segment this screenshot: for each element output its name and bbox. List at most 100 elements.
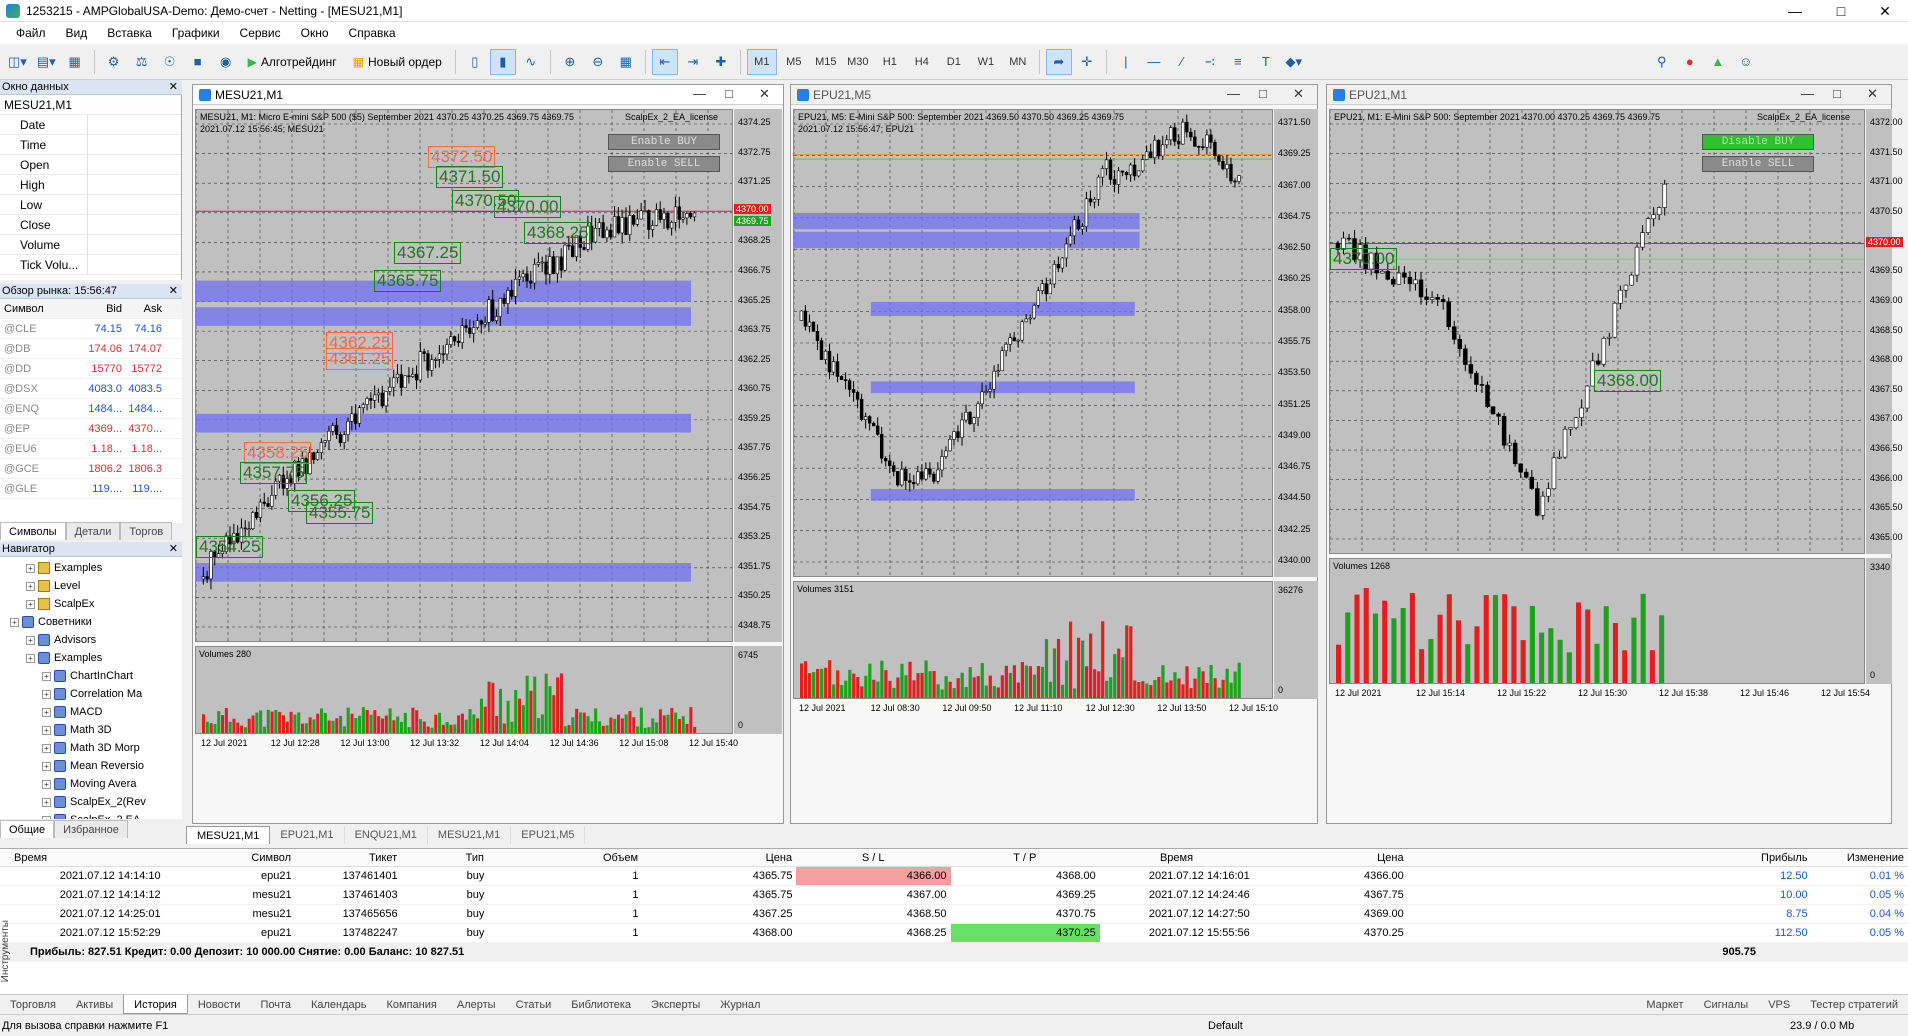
navigator-item[interactable]: + MACD xyxy=(0,703,182,721)
expand-icon[interactable]: + xyxy=(42,779,51,789)
toolbox-tab[interactable]: Статьи xyxy=(506,995,562,1014)
history-column-header[interactable]: T / P xyxy=(950,849,1099,866)
tf-w1[interactable]: W1 xyxy=(971,49,1001,75)
close-icon[interactable]: ✕ xyxy=(759,86,770,102)
history-column-header[interactable]: Тип xyxy=(401,849,488,866)
market-row[interactable]: @GCE 1806.2 1806.3 xyxy=(0,459,182,479)
toolbox-tab[interactable]: Почта xyxy=(250,995,301,1014)
maximize-icon[interactable]: □ xyxy=(1818,0,1864,22)
chart-window-header[interactable]: EPU21,M5— □ ✕ xyxy=(791,85,1317,105)
new-order-button[interactable]: ▦ Новый ордер xyxy=(346,49,449,75)
toolbox-service-link[interactable]: VPS xyxy=(1758,995,1800,1014)
toolbox-tab[interactable]: Библиотека xyxy=(561,995,641,1014)
tf-m5[interactable]: M5 xyxy=(779,49,809,75)
maximize-icon[interactable]: □ xyxy=(1259,86,1267,101)
history-row[interactable]: 2021.07.12 15:52:29 epu21 137482247 buy 1 436… xyxy=(0,924,1908,943)
toolbox-tab[interactable]: Компания xyxy=(377,995,447,1014)
history-row[interactable]: 2021.07.12 14:14:10 epu21 137461401 buy 1 436… xyxy=(0,867,1908,886)
account-icon[interactable]: ☺ xyxy=(1733,49,1759,75)
history-column-header[interactable]: Тикет xyxy=(295,849,401,866)
algo-trading-button[interactable]: ▶ Алготрейдинг xyxy=(241,49,344,75)
expand-icon[interactable]: + xyxy=(42,761,51,771)
navigator-item[interactable]: + Math 3D xyxy=(0,721,182,739)
chart-tab[interactable]: MESU21,M1 xyxy=(428,826,512,844)
tf-m1[interactable]: M1 xyxy=(746,48,777,75)
navigator-item[interactable]: + Math 3D Morp xyxy=(0,739,182,757)
menu-tools[interactable]: Сервис xyxy=(230,22,291,44)
price-plot[interactable]: EPU21, M5: E-Mini S&P 500: September 202… xyxy=(793,109,1273,577)
expand-icon[interactable]: + xyxy=(42,707,51,717)
navigator-item[interactable]: + Советники xyxy=(0,613,182,631)
navigator-item[interactable]: + ChartInChart xyxy=(0,667,182,685)
toolbox-tab[interactable]: Новости xyxy=(188,995,251,1014)
candles-icon[interactable]: ▮ xyxy=(489,48,516,75)
menu-insert[interactable]: Вставка xyxy=(97,22,162,44)
market-row[interactable]: @CLE 74.15 74.16 xyxy=(0,319,182,339)
expand-icon[interactable]: + xyxy=(42,743,51,753)
toolbox-tab[interactable]: Календарь xyxy=(301,995,377,1014)
maximize-icon[interactable]: □ xyxy=(725,86,733,101)
navigator-item[interactable]: + Advisors xyxy=(0,631,182,649)
chart-tab[interactable]: EPU21,M5 xyxy=(511,826,586,844)
expand-icon[interactable]: + xyxy=(26,635,35,645)
chart-tab[interactable]: MESU21,M1 xyxy=(186,826,271,844)
chart-window[interactable]: EPU21,M1— □ ✕ EPU21, M1: E-Mini S&P 500: Se… xyxy=(1326,84,1903,824)
navigator-item[interactable]: + Level xyxy=(0,577,182,595)
history-column-header[interactable]: Цена xyxy=(642,849,796,866)
text-icon[interactable]: T xyxy=(1253,49,1279,75)
chart-window-header[interactable]: EPU21,M1— □ ✕ xyxy=(1327,85,1891,105)
navigator-icon[interactable]: ☉ xyxy=(157,49,183,75)
history-column-header[interactable]: Время xyxy=(0,849,164,866)
market-row[interactable]: @DD 15770 15772 xyxy=(0,359,182,379)
toolbox-service-link[interactable]: Сигналы xyxy=(1694,995,1759,1014)
navigator-item[interactable]: + ScalpEx_2(Rev xyxy=(0,793,182,811)
chart-shift-icon[interactable]: ⇥ xyxy=(680,49,706,75)
market-row[interactable]: @GLE 119.... 119.... xyxy=(0,479,182,499)
notifications-icon[interactable]: ● xyxy=(1677,49,1703,75)
chart-window[interactable]: MESU21,M1— □ ✕ MESU21, M1: Micro E-mini S&P… xyxy=(192,84,784,824)
minimize-icon[interactable]: — xyxy=(1227,86,1240,101)
tf-h1[interactable]: H1 xyxy=(875,49,905,75)
toolbox-tab[interactable]: История xyxy=(123,995,188,1014)
toolbox-tab[interactable]: Торговля xyxy=(0,995,66,1014)
ea-sell-button[interactable]: Enable SELL xyxy=(608,156,720,172)
chart-tab[interactable]: ENQU21,M1 xyxy=(345,826,428,844)
search-icon[interactable]: ⚲ xyxy=(1649,49,1675,75)
zoom-out-icon[interactable]: ⊖ xyxy=(585,49,611,75)
history-column-header[interactable]: Символ xyxy=(164,849,295,866)
chart-window-header[interactable]: MESU21,M1— □ ✕ xyxy=(193,85,783,105)
expand-icon[interactable]: + xyxy=(42,797,51,807)
navigator-item[interactable]: + Correlation Ma xyxy=(0,685,182,703)
horizontal-line-icon[interactable]: — xyxy=(1141,49,1167,75)
tf-d1[interactable]: D1 xyxy=(939,49,969,75)
expand-icon[interactable]: + xyxy=(26,563,35,573)
toolbox-tab[interactable]: Эксперты xyxy=(641,995,710,1014)
history-column-header[interactable]: S / L xyxy=(796,849,950,866)
close-icon[interactable]: ✕ xyxy=(1862,0,1908,22)
terminal-icon[interactable]: ■ xyxy=(185,49,211,75)
menu-charts[interactable]: Графики xyxy=(162,22,230,44)
toolbox-tab[interactable]: Активы xyxy=(66,995,123,1014)
minimize-icon[interactable]: — xyxy=(693,86,706,101)
history-column-header[interactable]: Изменение xyxy=(1812,849,1908,866)
toolbox-tab[interactable]: Алерты xyxy=(447,995,506,1014)
new-chart-icon[interactable]: ◫▾ xyxy=(4,49,31,75)
expand-icon[interactable]: + xyxy=(26,581,35,591)
maximize-icon[interactable]: □ xyxy=(1833,86,1841,101)
expand-icon[interactable]: + xyxy=(42,689,51,699)
market-watch-icon[interactable]: ⚙ xyxy=(101,49,127,75)
expand-icon[interactable]: + xyxy=(26,599,35,609)
market-row[interactable]: @EU6 1.18... 1.18... xyxy=(0,439,182,459)
shapes-icon[interactable]: ◆▾ xyxy=(1281,49,1307,75)
chart-tab[interactable]: EPU21,M1 xyxy=(270,826,345,844)
tab-favorites[interactable]: Избранное xyxy=(54,820,128,838)
indicators-icon[interactable]: ✚ xyxy=(708,49,734,75)
line-chart-icon[interactable]: ∿ xyxy=(518,49,544,75)
expand-icon[interactable]: + xyxy=(42,725,51,735)
history-column-header[interactable]: Цена xyxy=(1254,849,1408,866)
ea-buy-button[interactable]: Disable BUY xyxy=(1702,134,1814,150)
history-column-header[interactable]: Объем xyxy=(488,849,642,866)
tf-mn[interactable]: MN xyxy=(1003,49,1033,75)
tf-m30[interactable]: M30 xyxy=(843,49,873,75)
market-row[interactable]: @DSX 4083.0 4083.5 xyxy=(0,379,182,399)
